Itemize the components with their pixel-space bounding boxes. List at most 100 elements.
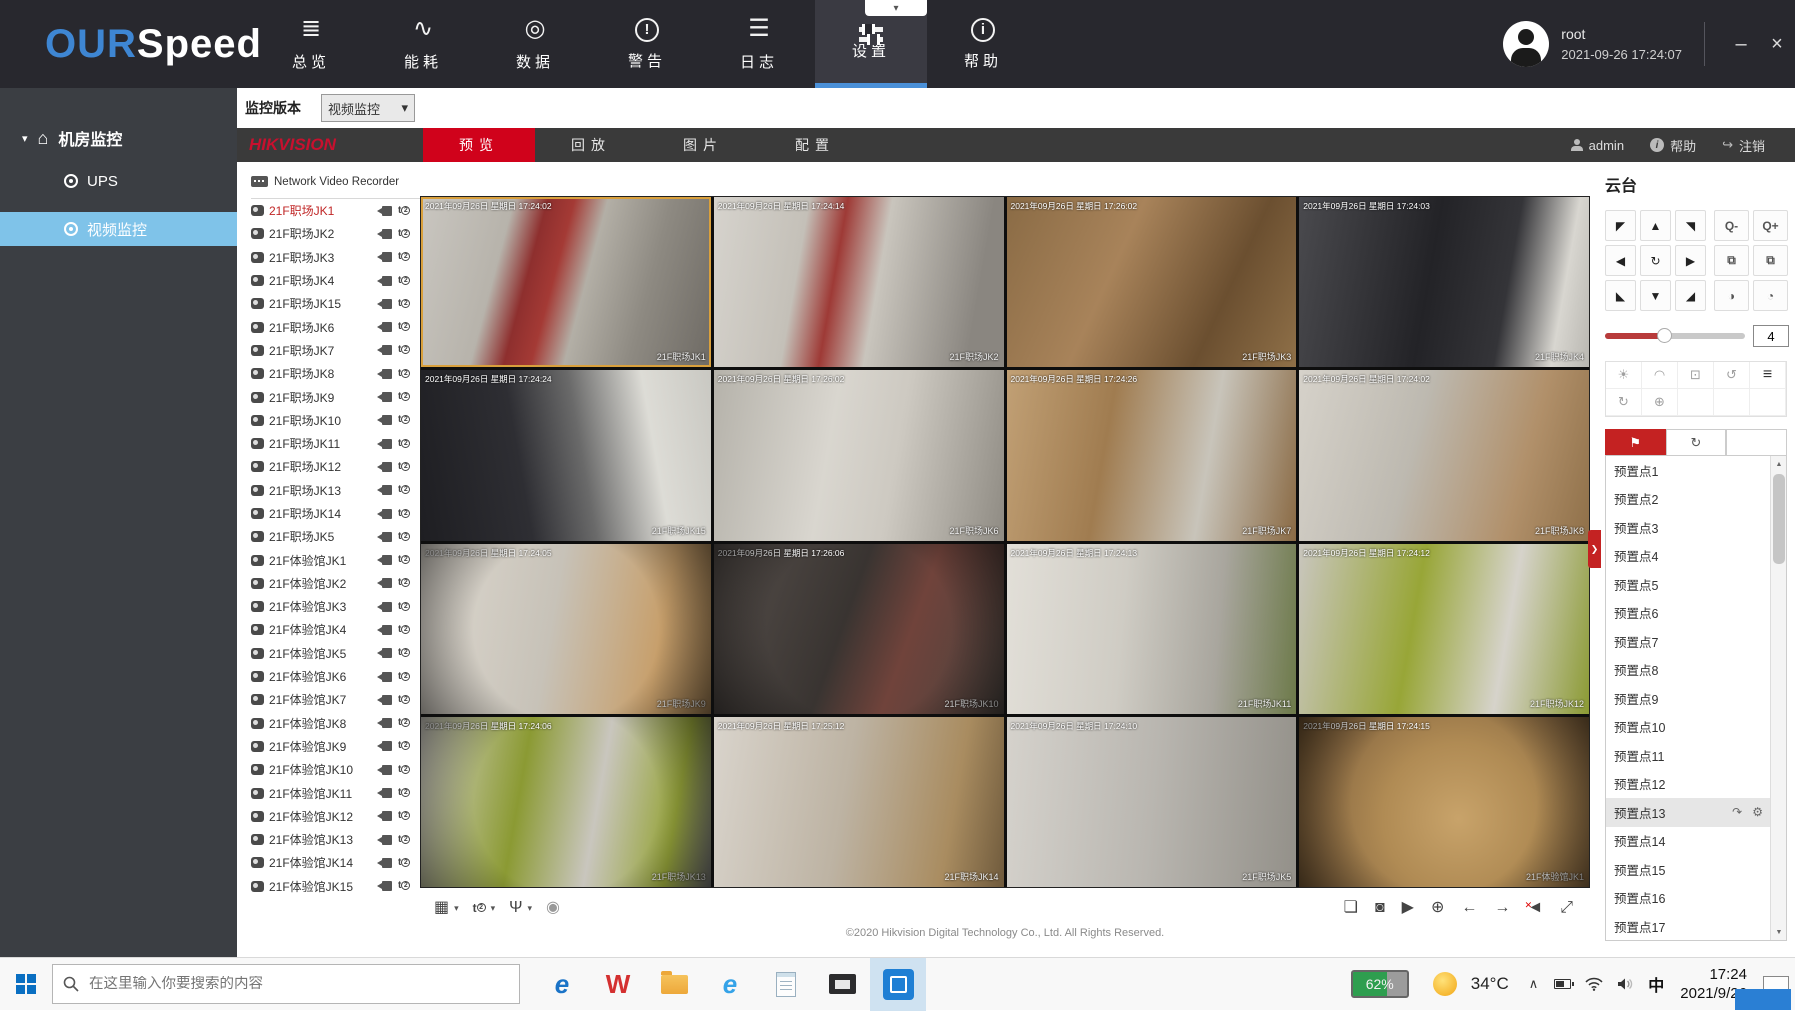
ptz-tool-button[interactable] <box>1714 389 1750 416</box>
ptz-tool-button[interactable]: ↺ <box>1714 362 1750 389</box>
video-cell[interactable]: 2021年09月26日 星期日 17:24:26 21F职场JK7 <box>1007 370 1297 540</box>
next-page-icon[interactable]: → <box>1494 899 1510 917</box>
start-preview-icon[interactable] <box>377 415 392 425</box>
battery-widget[interactable]: 62% <box>1351 970 1409 998</box>
taskbar-search[interactable] <box>52 964 520 1004</box>
ptz-down-button[interactable]: ▼ <box>1640 280 1671 311</box>
camera-row[interactable]: 21F职场JK8 t2 <box>251 362 420 385</box>
ptz-tool-button[interactable]: ◠ <box>1642 362 1678 389</box>
stream-type-icon[interactable]: t2 <box>398 322 410 332</box>
nav-item[interactable]: i 帮助 <box>927 0 1039 88</box>
search-input[interactable] <box>89 976 509 992</box>
video-cell[interactable]: 2021年09月26日 星期日 17:24:15 21F体验馆JK1 <box>1299 717 1589 887</box>
hik-tab[interactable]: 预览 <box>423 128 535 162</box>
start-preview-icon[interactable] <box>377 206 392 216</box>
stream-type-icon[interactable]: t2 <box>398 765 410 775</box>
preset-item[interactable]: 预置点7 ↷ ⚙ <box>1606 627 1771 656</box>
ime-indicator[interactable]: 中 <box>1648 972 1664 996</box>
camera-row[interactable]: 21F体验馆JK8 t2 <box>251 712 420 735</box>
camera-row[interactable]: 21F职场JK2 t2 <box>251 222 420 245</box>
iris-out-button[interactable]: ◑ <box>1714 280 1749 311</box>
stream-type-icon[interactable]: t2 <box>398 602 410 612</box>
stream-type-icon[interactable]: t2 <box>398 881 410 891</box>
stream-type-icon[interactable]: t2 <box>398 695 410 705</box>
stream-type-icon[interactable]: t2 <box>398 392 410 402</box>
layout-grid-icon[interactable]: ▦ <box>434 899 449 917</box>
taskbar-app-icon[interactable] <box>870 958 926 1011</box>
collapse-panel-tab[interactable]: ❯ <box>1588 530 1601 568</box>
ptz-speed-slider[interactable] <box>1605 333 1745 339</box>
stream-type-icon[interactable]: t2 <box>398 345 410 355</box>
ptz-tool-button[interactable]: ⊕ <box>1642 389 1678 416</box>
taskbar-app-icon[interactable] <box>814 958 870 1011</box>
camera-row[interactable]: 21F职场JK12 t2 <box>251 455 420 478</box>
ptz-tool-button[interactable]: ☀ <box>1606 362 1642 389</box>
ptz-tool-button[interactable]: ↻ <box>1606 389 1642 416</box>
video-cell[interactable]: 2021年09月26日 星期日 17:26:06 21F职场JK10 <box>714 544 1004 714</box>
video-cell[interactable]: 2021年09月26日 星期日 17:24:24 21F职场JK15 <box>421 370 711 540</box>
taskbar-app-icon[interactable] <box>646 958 702 1011</box>
sidebar-item[interactable]: UPS <box>0 164 237 198</box>
video-cell[interactable]: 2021年09月26日 星期日 17:24:03 21F职场JK4 <box>1299 197 1589 367</box>
start-preview-icon[interactable] <box>377 322 392 332</box>
start-button[interactable] <box>0 958 52 1011</box>
stream-type-icon[interactable]: t2 <box>398 415 410 425</box>
video-cell[interactable]: 2021年09月26日 星期日 17:25:12 21F职场JK14 <box>714 717 1004 887</box>
start-preview-icon[interactable] <box>377 625 392 635</box>
preset-item[interactable]: 预置点13 ↷ ⚙ <box>1606 798 1771 827</box>
camera-row[interactable]: 21F职场JK9 t2 <box>251 385 420 408</box>
chevron-down-icon[interactable]: ▾ <box>491 903 496 914</box>
close-button[interactable]: × <box>1759 33 1795 56</box>
scrollbar-thumb[interactable] <box>1773 474 1785 564</box>
stream-type-icon[interactable]: t2 <box>398 578 410 588</box>
preset-item[interactable]: 预置点11 ↷ ⚙ <box>1606 741 1771 770</box>
stream-type-icon[interactable]: t2 <box>398 811 410 821</box>
camera-row[interactable]: 21F职场JK11 t2 <box>251 432 420 455</box>
preset-item[interactable]: 预置点10 ↷ ⚙ <box>1606 713 1771 742</box>
digital-zoom-icon[interactable]: ⊕ <box>1431 899 1444 917</box>
video-cell[interactable]: 2021年09月26日 星期日 17:24:05 21F职场JK9 <box>421 544 711 714</box>
start-preview-icon[interactable] <box>377 439 392 449</box>
capture-icon[interactable]: ◙ <box>1375 899 1385 917</box>
preset-item[interactable]: 预置点3 ↷ ⚙ <box>1606 513 1771 542</box>
stream-type-icon[interactable]: t2 <box>398 206 410 216</box>
camera-row[interactable]: 21F职场JK4 t2 <box>251 269 420 292</box>
start-preview-icon[interactable] <box>377 392 392 402</box>
zoom-in-button[interactable]: Q+ <box>1753 210 1788 241</box>
start-preview-icon[interactable] <box>377 532 392 542</box>
camera-row[interactable]: 21F职场JK7 t2 <box>251 339 420 362</box>
start-preview-icon[interactable] <box>377 788 392 798</box>
camera-row[interactable]: 21F职场JK5 t2 <box>251 525 420 548</box>
help-link[interactable]: i帮助 <box>1650 136 1696 155</box>
video-cell[interactable]: 2021年09月26日 星期日 17:24:06 21F职场JK13 <box>421 717 711 887</box>
nav-item[interactable]: ∿ 能耗 <box>367 0 479 88</box>
stream-type-icon[interactable]: t2 <box>398 835 410 845</box>
start-preview-icon[interactable] <box>377 485 392 495</box>
logout-link[interactable]: ↪注销 <box>1722 136 1765 155</box>
ptz-auto-scan-button[interactable]: ↻ <box>1640 245 1671 276</box>
ptz-down-left-button[interactable]: ◣ <box>1605 280 1636 311</box>
stream-type-icon[interactable]: t2 <box>398 462 410 472</box>
stream-type-icon[interactable]: t2 <box>398 788 410 798</box>
audio-muted-icon[interactable]: ◄ <box>1527 899 1543 917</box>
iris-in-button[interactable]: ◔ <box>1753 280 1788 311</box>
stream-type-icon[interactable]: t2 <box>398 485 410 495</box>
tray-expand-icon[interactable]: ∧ <box>1529 976 1539 992</box>
record-icon[interactable]: ▶ <box>1402 899 1414 917</box>
preset-item[interactable]: 预置点6 ↷ ⚙ <box>1606 599 1771 628</box>
taskbar-app-icon[interactable]: W <box>590 958 646 1011</box>
taskbar-app-icon[interactable]: e <box>702 958 758 1011</box>
camera-row[interactable]: 21F职场JK1 t2 <box>251 199 420 222</box>
start-preview-icon[interactable] <box>377 509 392 519</box>
ptz-tool-button[interactable] <box>1678 389 1714 416</box>
scroll-up-icon[interactable]: ▲ <box>1771 456 1787 472</box>
ptz-tool-button[interactable]: ≡ <box>1750 362 1786 389</box>
ptz-up-button[interactable]: ▲ <box>1640 210 1671 241</box>
fullscreen-icon[interactable]: ⤢ <box>1560 899 1573 917</box>
previous-page-icon[interactable]: ← <box>1461 899 1477 917</box>
nav-item[interactable]: ◎ 数据 <box>479 0 591 88</box>
stream-type-icon[interactable]: t2 <box>398 718 410 728</box>
start-preview-icon[interactable] <box>377 765 392 775</box>
stream-type-icon[interactable]: t2 <box>398 252 410 262</box>
stream-type-icon[interactable]: t2 <box>398 858 410 868</box>
